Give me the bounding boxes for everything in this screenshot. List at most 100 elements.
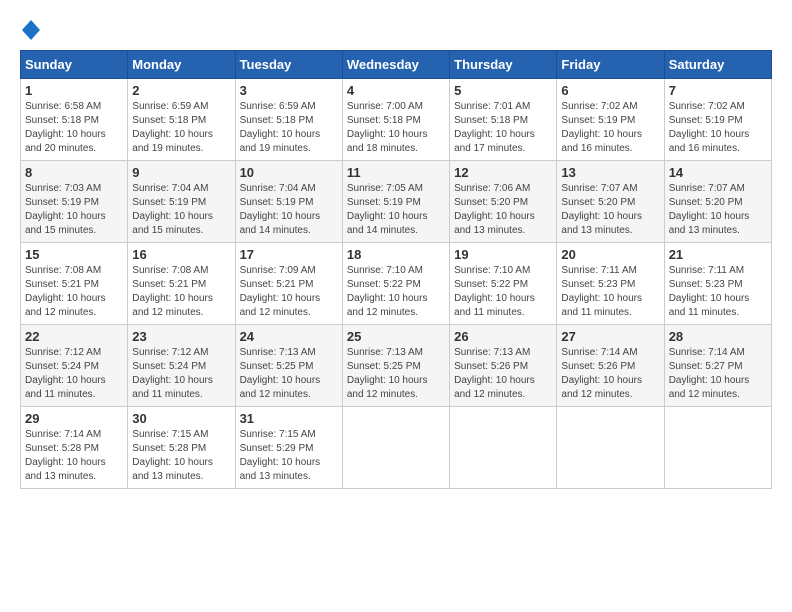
day-info: Sunrise: 7:14 AM Sunset: 5:26 PM Dayligh… [561, 346, 659, 402]
calendar-cell: 19Sunrise: 7:10 AM Sunset: 5:22 PM Dayli… [450, 243, 557, 325]
day-number: 6 [561, 83, 659, 98]
day-number: 27 [561, 329, 659, 344]
day-number: 20 [561, 247, 659, 262]
day-info: Sunrise: 7:07 AM Sunset: 5:20 PM Dayligh… [669, 182, 767, 238]
calendar-week-row: 8 Sunrise: 7:03 AM Sunset: 5:19 PM Daylig… [21, 161, 772, 243]
day-info: Sunrise: 7:13 AM Sunset: 5:25 PM Dayligh… [347, 346, 445, 402]
logo-icon [22, 20, 40, 40]
calendar-cell: 20Sunrise: 7:11 AM Sunset: 5:23 PM Dayli… [557, 243, 664, 325]
calendar-cell: 27 Sunrise: 7:14 AM Sunset: 5:26 PM Dayli… [557, 325, 664, 407]
weekday-header-tuesday: Tuesday [235, 51, 342, 79]
day-info: Sunrise: 7:03 AM Sunset: 5:19 PM Dayligh… [25, 182, 123, 238]
calendar-cell: 21 Sunrise: 7:11 AM Sunset: 5:23 PM Dayli… [664, 243, 771, 325]
calendar-cell [664, 407, 771, 489]
day-number: 18 [347, 247, 445, 262]
weekday-header-sunday: Sunday [21, 51, 128, 79]
day-info: Sunrise: 7:15 AM Sunset: 5:29 PM Dayligh… [240, 428, 338, 484]
calendar-cell [342, 407, 449, 489]
day-number: 1 [25, 83, 123, 98]
calendar-cell: 23 Sunrise: 7:12 AM Sunset: 5:24 PM Dayli… [128, 325, 235, 407]
day-info: Sunrise: 7:01 AM Sunset: 5:18 PM Dayligh… [454, 100, 552, 156]
day-number: 28 [669, 329, 767, 344]
day-info: Sunrise: 7:08 AM Sunset: 5:21 PM Dayligh… [132, 264, 230, 320]
day-info: Sunrise: 7:04 AM Sunset: 5:19 PM Dayligh… [132, 182, 230, 238]
day-info: Sunrise: 7:14 AM Sunset: 5:27 PM Dayligh… [669, 346, 767, 402]
calendar-cell: 5 Sunrise: 7:01 AM Sunset: 5:18 PM Daylig… [450, 79, 557, 161]
day-info: Sunrise: 7:10 AM Sunset: 5:22 PM Dayligh… [347, 264, 445, 320]
calendar-cell: 1 Sunrise: 6:58 AM Sunset: 5:18 PM Daylig… [21, 79, 128, 161]
day-number: 3 [240, 83, 338, 98]
calendar-cell: 6 Sunrise: 7:02 AM Sunset: 5:19 PM Daylig… [557, 79, 664, 161]
calendar-body: 1 Sunrise: 6:58 AM Sunset: 5:18 PM Daylig… [21, 79, 772, 489]
calendar-cell: 10Sunrise: 7:04 AM Sunset: 5:19 PM Dayli… [235, 161, 342, 243]
day-number: 8 [25, 165, 123, 180]
calendar-table: SundayMondayTuesdayWednesdayThursdayFrid… [20, 50, 772, 489]
calendar-cell: 31 Sunrise: 7:15 AM Sunset: 5:29 PM Dayli… [235, 407, 342, 489]
calendar-cell: 28 Sunrise: 7:14 AM Sunset: 5:27 PM Dayli… [664, 325, 771, 407]
calendar-cell: 18 Sunrise: 7:10 AM Sunset: 5:22 PM Dayli… [342, 243, 449, 325]
day-number: 9 [132, 165, 230, 180]
day-number: 16 [132, 247, 230, 262]
day-info: Sunrise: 7:12 AM Sunset: 5:24 PM Dayligh… [132, 346, 230, 402]
day-info: Sunrise: 7:02 AM Sunset: 5:19 PM Dayligh… [669, 100, 767, 156]
calendar-cell [450, 407, 557, 489]
calendar-cell: 11 Sunrise: 7:05 AM Sunset: 5:19 PM Dayli… [342, 161, 449, 243]
day-info: Sunrise: 6:58 AM Sunset: 5:18 PM Dayligh… [25, 100, 123, 156]
calendar-cell: 22Sunrise: 7:12 AM Sunset: 5:24 PM Dayli… [21, 325, 128, 407]
day-info: Sunrise: 7:11 AM Sunset: 5:23 PM Dayligh… [669, 264, 767, 320]
day-info: Sunrise: 7:14 AM Sunset: 5:28 PM Dayligh… [25, 428, 123, 484]
calendar-cell: 16 Sunrise: 7:08 AM Sunset: 5:21 PM Dayli… [128, 243, 235, 325]
day-number: 29 [25, 411, 123, 426]
calendar-cell: 24 Sunrise: 7:13 AM Sunset: 5:25 PM Dayli… [235, 325, 342, 407]
calendar-week-row: 22Sunrise: 7:12 AM Sunset: 5:24 PM Dayli… [21, 325, 772, 407]
calendar-cell: 14 Sunrise: 7:07 AM Sunset: 5:20 PM Dayli… [664, 161, 771, 243]
day-number: 25 [347, 329, 445, 344]
calendar-cell: 26Sunrise: 7:13 AM Sunset: 5:26 PM Dayli… [450, 325, 557, 407]
day-number: 7 [669, 83, 767, 98]
day-number: 21 [669, 247, 767, 262]
day-number: 5 [454, 83, 552, 98]
calendar-header [20, 20, 772, 40]
weekday-header-row: SundayMondayTuesdayWednesdayThursdayFrid… [21, 51, 772, 79]
weekday-header-monday: Monday [128, 51, 235, 79]
calendar-cell: 3 Sunrise: 6:59 AM Sunset: 5:18 PM Daylig… [235, 79, 342, 161]
day-number: 23 [132, 329, 230, 344]
day-info: Sunrise: 7:09 AM Sunset: 5:21 PM Dayligh… [240, 264, 338, 320]
weekday-header-saturday: Saturday [664, 51, 771, 79]
day-info: Sunrise: 7:00 AM Sunset: 5:18 PM Dayligh… [347, 100, 445, 156]
day-number: 2 [132, 83, 230, 98]
day-info: Sunrise: 7:12 AM Sunset: 5:24 PM Dayligh… [25, 346, 123, 402]
day-info: Sunrise: 6:59 AM Sunset: 5:18 PM Dayligh… [132, 100, 230, 156]
day-info: Sunrise: 7:10 AM Sunset: 5:22 PM Dayligh… [454, 264, 552, 320]
calendar-cell: 7 Sunrise: 7:02 AM Sunset: 5:19 PM Daylig… [664, 79, 771, 161]
calendar-cell [557, 407, 664, 489]
calendar-cell: 17 Sunrise: 7:09 AM Sunset: 5:21 PM Dayli… [235, 243, 342, 325]
day-number: 24 [240, 329, 338, 344]
weekday-header-thursday: Thursday [450, 51, 557, 79]
weekday-header-friday: Friday [557, 51, 664, 79]
day-number: 31 [240, 411, 338, 426]
day-number: 17 [240, 247, 338, 262]
logo [20, 20, 40, 40]
day-info: Sunrise: 7:08 AM Sunset: 5:21 PM Dayligh… [25, 264, 123, 320]
day-number: 26 [454, 329, 552, 344]
calendar-week-row: 15 Sunrise: 7:08 AM Sunset: 5:21 PM Dayli… [21, 243, 772, 325]
calendar-cell: 15 Sunrise: 7:08 AM Sunset: 5:21 PM Dayli… [21, 243, 128, 325]
day-number: 30 [132, 411, 230, 426]
day-info: Sunrise: 7:05 AM Sunset: 5:19 PM Dayligh… [347, 182, 445, 238]
day-info: Sunrise: 7:13 AM Sunset: 5:25 PM Dayligh… [240, 346, 338, 402]
day-number: 15 [25, 247, 123, 262]
day-info: Sunrise: 7:07 AM Sunset: 5:20 PM Dayligh… [561, 182, 659, 238]
day-number: 12 [454, 165, 552, 180]
calendar-cell: 12Sunrise: 7:06 AM Sunset: 5:20 PM Dayli… [450, 161, 557, 243]
day-info: Sunrise: 7:02 AM Sunset: 5:19 PM Dayligh… [561, 100, 659, 156]
day-number: 4 [347, 83, 445, 98]
day-number: 13 [561, 165, 659, 180]
day-number: 14 [669, 165, 767, 180]
day-info: Sunrise: 7:04 AM Sunset: 5:19 PM Dayligh… [240, 182, 338, 238]
day-info: Sunrise: 6:59 AM Sunset: 5:18 PM Dayligh… [240, 100, 338, 156]
calendar-cell: 29 Sunrise: 7:14 AM Sunset: 5:28 PM Dayli… [21, 407, 128, 489]
day-info: Sunrise: 7:15 AM Sunset: 5:28 PM Dayligh… [132, 428, 230, 484]
calendar-cell: 25 Sunrise: 7:13 AM Sunset: 5:25 PM Dayli… [342, 325, 449, 407]
day-number: 11 [347, 165, 445, 180]
